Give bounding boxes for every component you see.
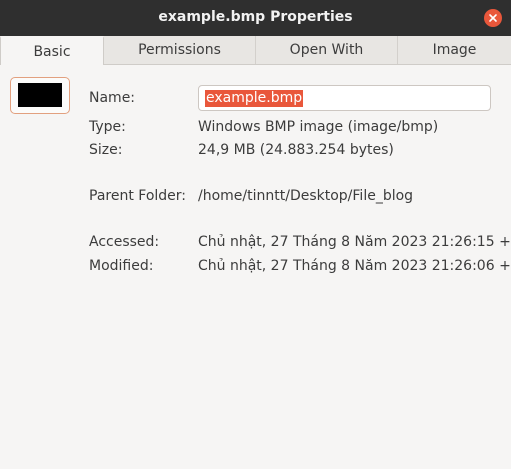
tab-image[interactable]: Image [398, 36, 511, 64]
tab-open-with[interactable]: Open With [256, 36, 398, 64]
close-icon [488, 13, 498, 23]
name-label: Name: [89, 90, 136, 106]
type-value: Windows BMP image (image/bmp) [198, 119, 439, 135]
title-bar: example.bmp Properties [0, 0, 511, 36]
modified-value: Chủ nhật, 27 Tháng 8 Năm 2023 21:26:06 +… [198, 258, 511, 274]
parent-folder-label: Parent Folder: [89, 188, 187, 204]
accessed-value: Chủ nhật, 27 Tháng 8 Năm 2023 21:26:15 +… [198, 234, 511, 250]
tab-basic[interactable]: Basic [0, 36, 104, 65]
close-button[interactable] [484, 9, 502, 27]
tab-bar: Basic Permissions Open With Image [0, 36, 511, 65]
file-icon-button[interactable] [10, 77, 70, 114]
name-input-selected-text: example.bmp [205, 90, 304, 107]
accessed-label: Accessed: [89, 234, 160, 250]
file-thumbnail [18, 83, 62, 107]
window-title: example.bmp Properties [158, 9, 353, 25]
size-value: 24,9 MB (24.883.254 bytes) [198, 142, 394, 158]
parent-folder-value: /home/tinntt/Desktop/File_blog [198, 188, 414, 204]
modified-label: Modified: [89, 258, 154, 274]
name-input[interactable]: example.bmp [198, 85, 491, 111]
type-label: Type: [89, 119, 126, 135]
tab-permissions[interactable]: Permissions [104, 36, 256, 64]
size-label: Size: [89, 142, 123, 158]
